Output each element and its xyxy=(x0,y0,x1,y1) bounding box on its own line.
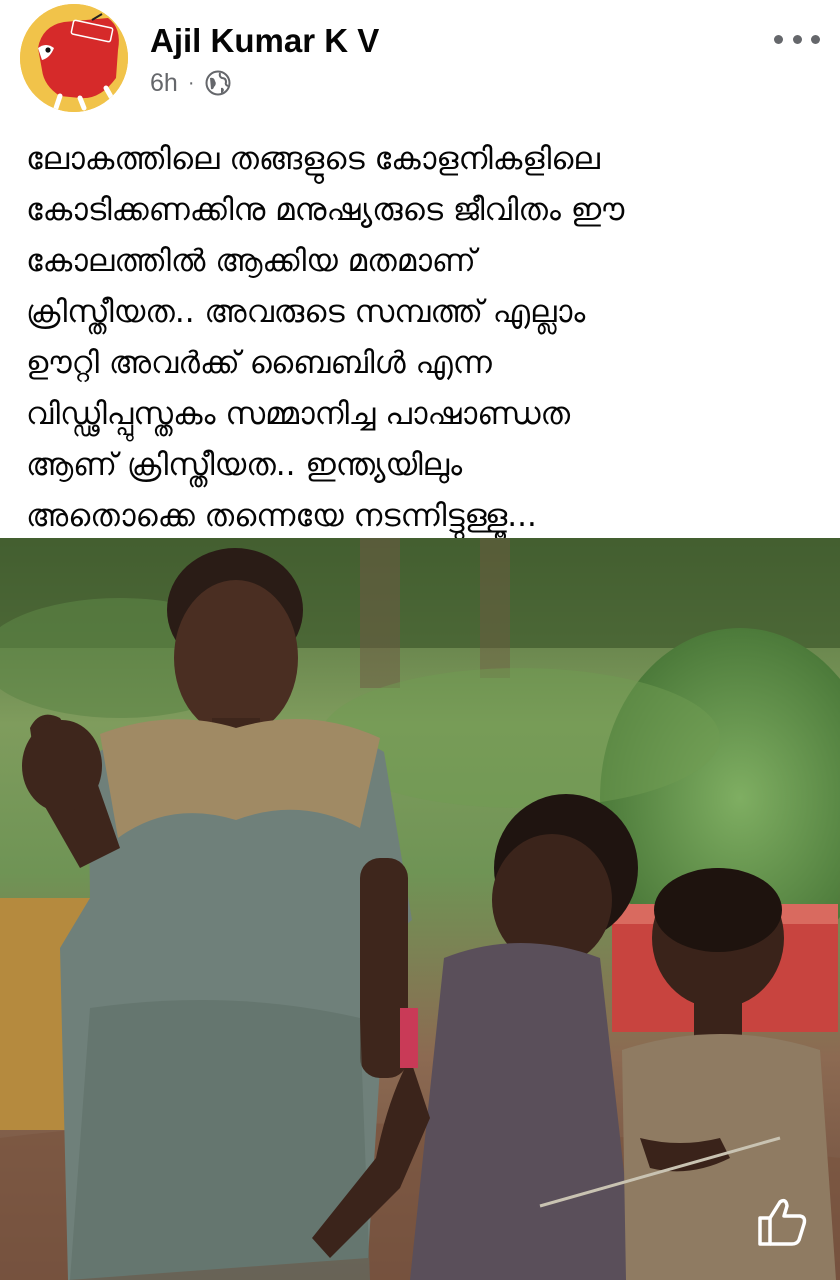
dot-icon xyxy=(811,34,820,44)
post-header: Ajil Kumar K V 6h · xyxy=(0,0,840,120)
dot-icon xyxy=(774,34,783,44)
post-text: ലോകത്തിലെ തങ്ങളുടെ കോളനികളിലെ കോടിക്കണക്… xyxy=(26,134,816,542)
post-text-line: കോടിക്കണക്കിനു മനുഷ്യരുടെ ജീവിതം ഈ xyxy=(26,192,625,228)
avatar-image xyxy=(20,4,128,112)
post-text-line: ക്രിസ്തീയത.. അവരുടെ സമ്പത്ത് എല്ലാം xyxy=(26,294,586,330)
post-text-line: ലോകത്തിലെ തങ്ങളുടെ കോളനികളിലെ xyxy=(26,141,600,177)
post-text-line: കോലത്തിൽ ആക്കിയ മതമാണ് xyxy=(26,243,476,279)
meta-separator: · xyxy=(187,72,195,94)
post-text-line: വിഡ്ഢിപ്പുസ്തകം സമ്മാനിച്ച പാഷാണ്ഡത xyxy=(26,396,571,432)
globe-icon xyxy=(205,70,231,96)
post-text-line: ആണ് ക്രിസ്തീയത.. ഇന്ത്യയിലും xyxy=(26,447,463,483)
more-options-button[interactable] xyxy=(774,24,820,54)
post-text-line: അതൊക്കെ തന്നെയേ നടന്നിട്ടുള്ളൂ... xyxy=(26,498,537,534)
author-name[interactable]: Ajil Kumar K V xyxy=(150,22,379,60)
post-meta: 6h · xyxy=(150,66,232,100)
post-time[interactable]: 6h xyxy=(150,69,178,98)
profile-avatar[interactable] xyxy=(20,4,128,112)
post-photo[interactable] xyxy=(0,538,840,1280)
like-icon[interactable] xyxy=(752,1192,810,1250)
three-children-photo xyxy=(0,538,840,1280)
dot-icon xyxy=(792,34,802,44)
post-text-line: ഊറ്റി അവർക്ക് ബൈബിൾ എന്ന xyxy=(26,345,492,381)
